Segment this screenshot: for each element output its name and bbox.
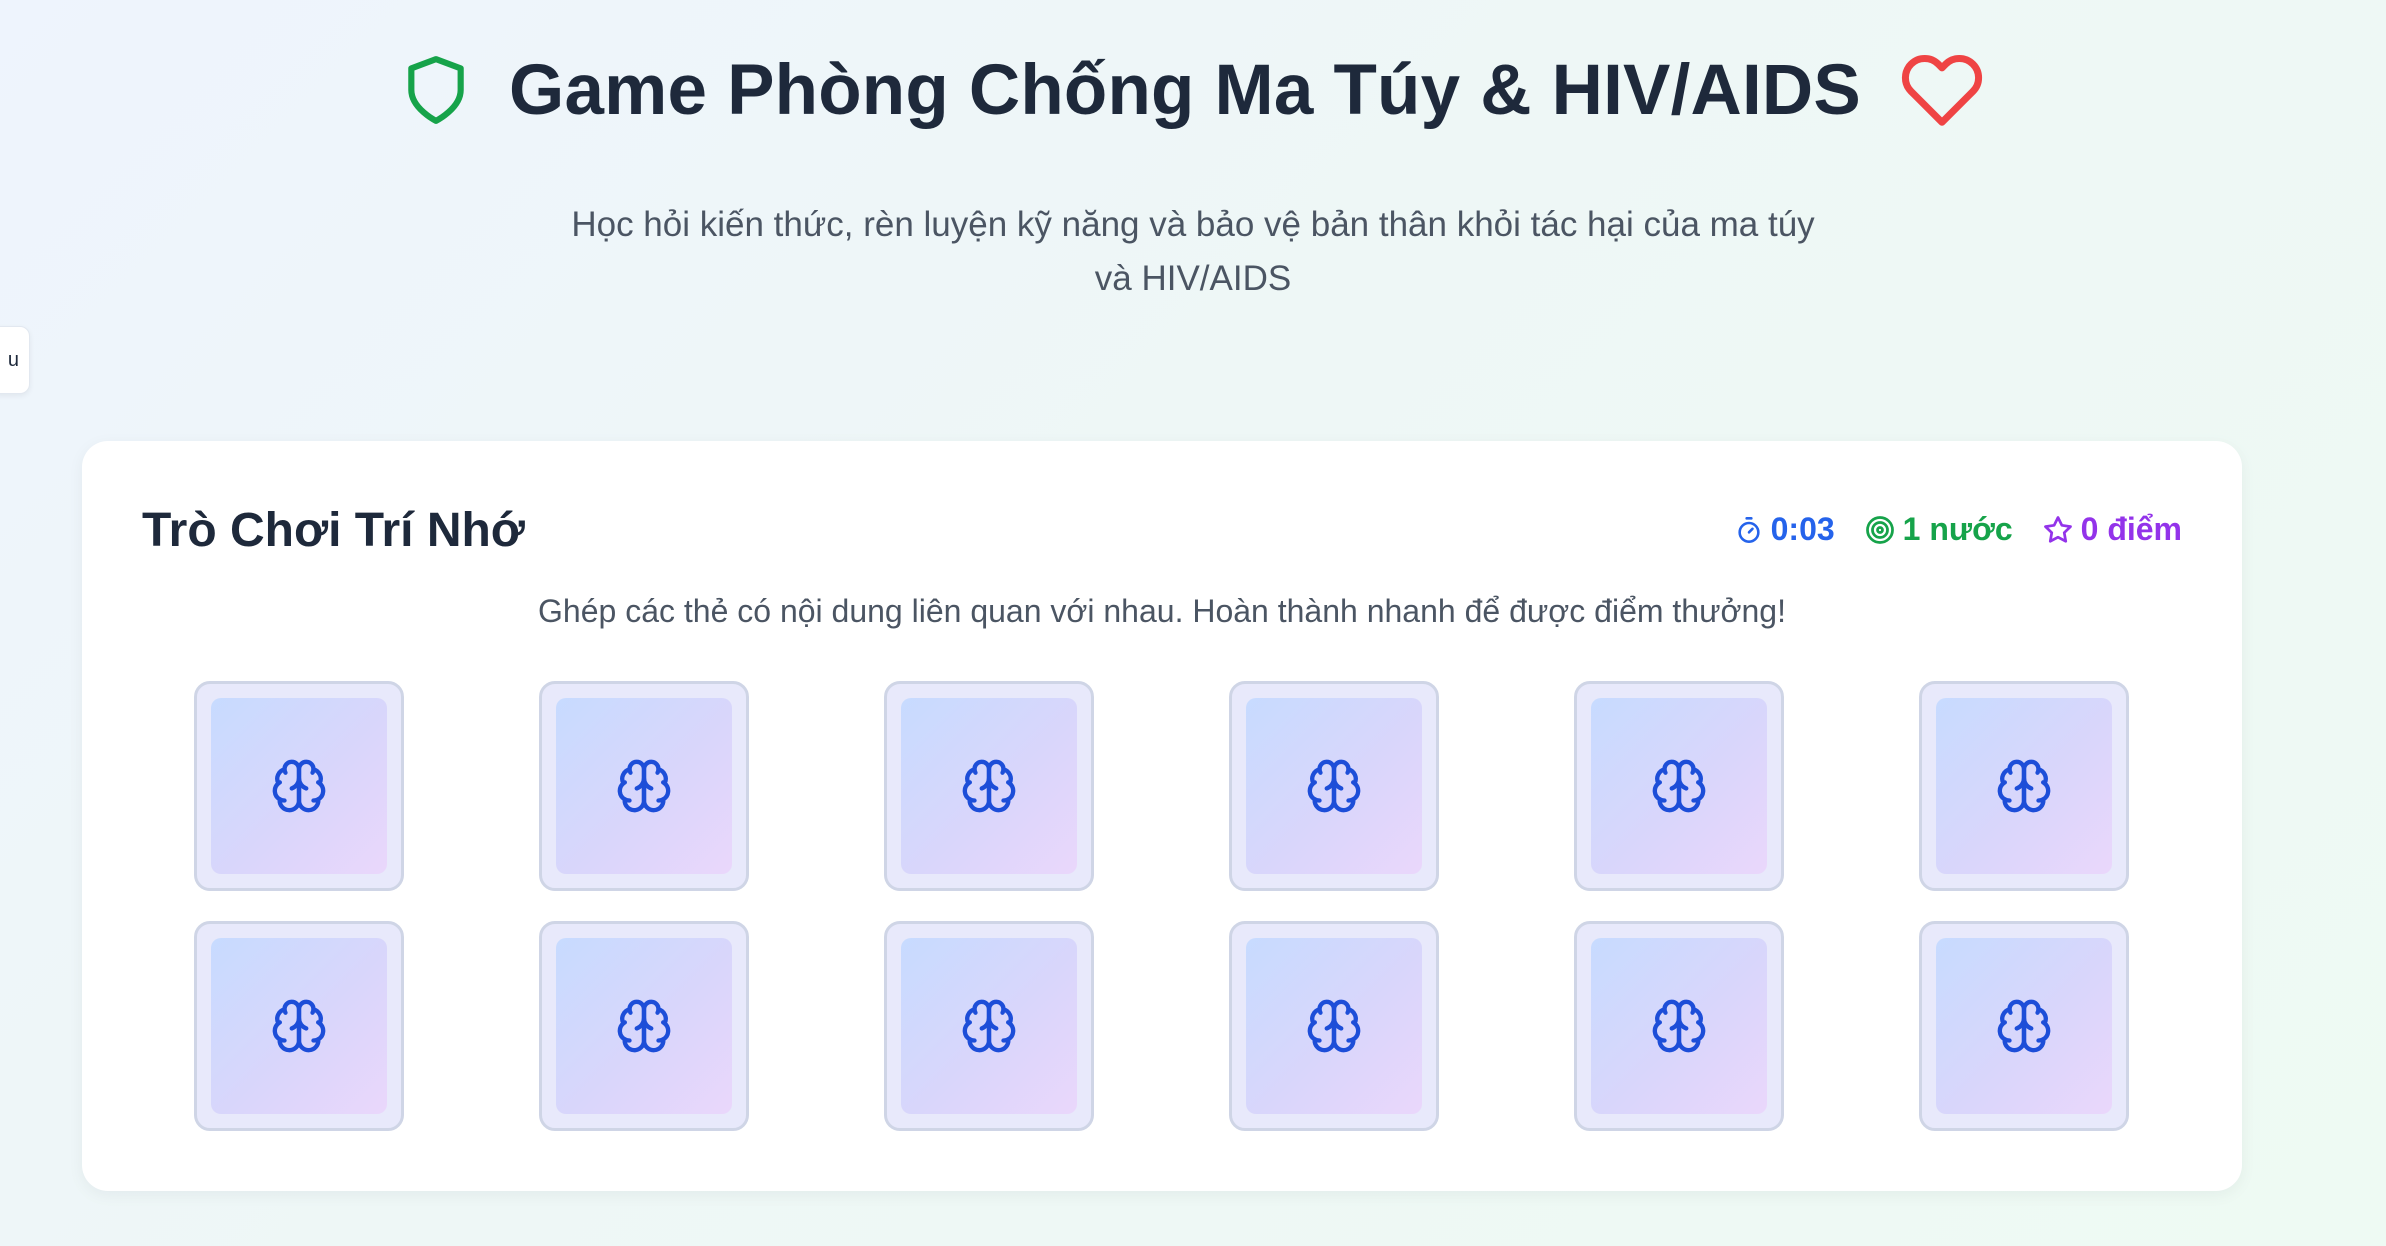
brain-icon bbox=[1305, 997, 1363, 1055]
brain-icon bbox=[1650, 757, 1708, 815]
brain-icon bbox=[615, 757, 673, 815]
brain-icon bbox=[1995, 757, 2053, 815]
memory-card[interactable] bbox=[1919, 681, 2129, 891]
score-value: 0 điểm bbox=[2080, 511, 2182, 547]
stopwatch-icon bbox=[1735, 515, 1763, 545]
memory-card[interactable] bbox=[884, 681, 1094, 891]
moves-stat: 1 nước bbox=[1865, 511, 2013, 548]
game-stats: 0:03 1 nước 0 điểm bbox=[1735, 511, 2182, 548]
memory-card[interactable] bbox=[1574, 921, 1784, 1131]
moves-value: 1 nước bbox=[1902, 511, 2013, 547]
game-title: Trò Chơi Trí Nhớ bbox=[142, 504, 525, 557]
memory-card[interactable] bbox=[1919, 921, 2129, 1131]
memory-card[interactable] bbox=[1574, 681, 1784, 891]
score-stat: 0 điểm bbox=[2043, 511, 2182, 548]
timer-stat: 0:03 bbox=[1735, 511, 1835, 548]
brain-icon bbox=[1650, 997, 1708, 1055]
page-subtitle: Học hỏi kiến thức, rèn luyện kỹ năng và … bbox=[571, 205, 1815, 298]
memory-card[interactable] bbox=[194, 681, 404, 891]
memory-card[interactable] bbox=[1229, 681, 1439, 891]
brain-icon bbox=[615, 997, 673, 1055]
heart-icon bbox=[1897, 48, 1987, 132]
memory-card[interactable] bbox=[1229, 921, 1439, 1131]
memory-card[interactable] bbox=[539, 681, 749, 891]
brain-icon bbox=[1995, 997, 2053, 1055]
shield-icon bbox=[399, 48, 473, 132]
page-title: Game Phòng Chống Ma Túy & HIV/AIDS bbox=[509, 50, 1861, 130]
memory-card[interactable] bbox=[194, 921, 404, 1131]
memory-game-panel: Trò Chơi Trí Nhớ 0:03 1 nước 0 điểm Ghép… bbox=[82, 441, 2242, 1191]
brain-icon bbox=[960, 757, 1018, 815]
memory-card[interactable] bbox=[884, 921, 1094, 1131]
brain-icon bbox=[1305, 757, 1363, 815]
memory-card[interactable] bbox=[539, 921, 749, 1131]
timer-value: 0:03 bbox=[1770, 511, 1835, 547]
target-icon bbox=[1865, 515, 1895, 545]
side-tab[interactable]: u bbox=[0, 326, 30, 394]
memory-card-grid bbox=[194, 681, 2129, 1131]
side-tab-label: u bbox=[7, 348, 19, 371]
star-icon bbox=[2043, 515, 2073, 545]
brain-icon bbox=[960, 997, 1018, 1055]
title-row: Game Phòng Chống Ma Túy & HIV/AIDS bbox=[0, 40, 2386, 140]
brain-icon bbox=[270, 997, 328, 1055]
brain-icon bbox=[270, 757, 328, 815]
game-instruction: Ghép các thẻ có nội dung liên quan với n… bbox=[538, 593, 1786, 629]
page-header: Game Phòng Chống Ma Túy & HIV/AIDS Học h… bbox=[0, 40, 2386, 306]
